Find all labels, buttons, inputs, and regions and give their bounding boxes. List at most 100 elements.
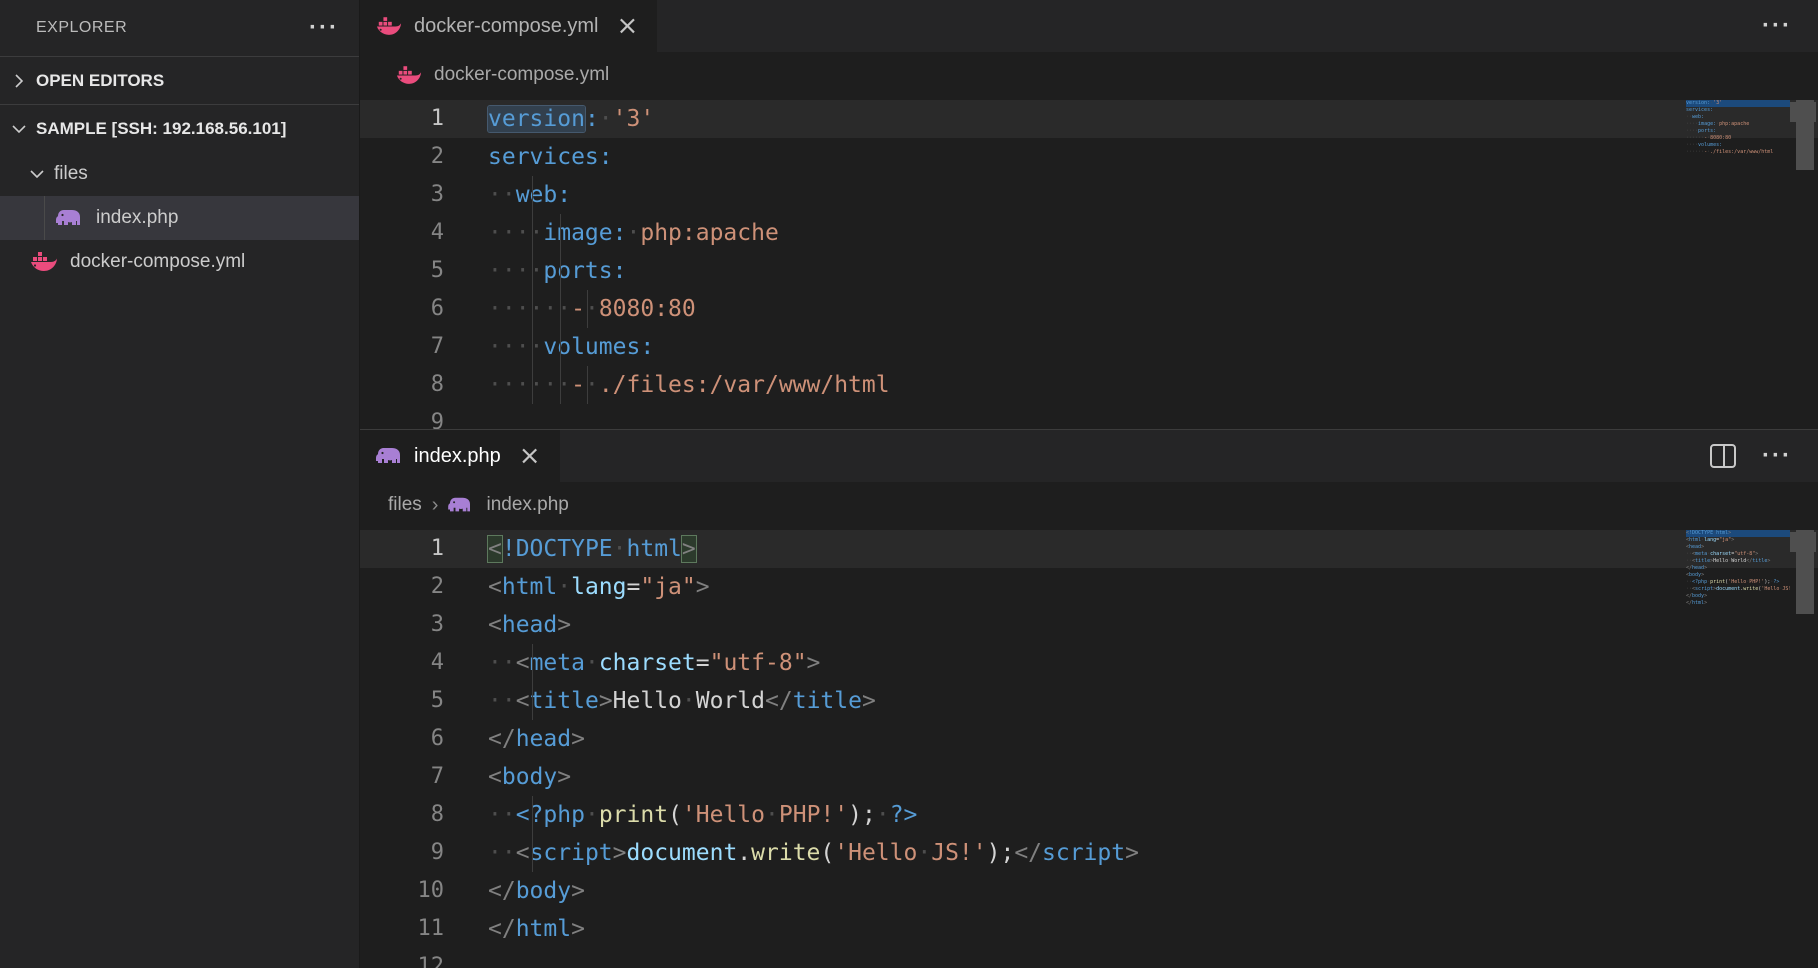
indent-guide <box>560 328 561 366</box>
indent-guide <box>532 796 533 834</box>
code-line[interactable]: 4 ··<meta·charset="utf-8"> <box>360 644 1818 682</box>
code-text[interactable]: <body> <box>488 758 571 796</box>
scrollbar[interactable] <box>1790 528 1818 968</box>
line-number[interactable]: 7 <box>360 328 444 366</box>
code-text[interactable]: </html> <box>488 910 585 948</box>
code-text[interactable]: ··<script>document.write('Hello·JS!');</… <box>488 834 1139 872</box>
line-number[interactable]: 6 <box>360 290 444 328</box>
indent-guide <box>560 214 561 252</box>
code-editor-top[interactable]: 1 version:·'3' 2 services: 3 ··web: 4 ····image… <box>360 98 1818 429</box>
code-text[interactable]: services: <box>488 138 613 176</box>
code-line[interactable]: 7 ····volumes: <box>360 328 1818 366</box>
code-line[interactable]: 3 ··web: <box>360 176 1818 214</box>
code-text[interactable]: ··<title>Hello·World</title> <box>488 682 876 720</box>
line-number[interactable]: 8 <box>360 366 444 404</box>
scrollbar-thumb[interactable] <box>1796 100 1814 170</box>
sidebar-more-actions-icon[interactable]: ··· <box>309 23 339 33</box>
code-line[interactable]: 8 ··<?php·print('Hello·PHP!');·?> <box>360 796 1818 834</box>
tab-index-php[interactable]: index.php × <box>360 430 560 482</box>
breadcrumb-file[interactable]: docker-compose.yml <box>434 64 609 86</box>
code-text[interactable]: ····volumes: <box>488 328 654 366</box>
line-number[interactable]: 5 <box>360 252 444 290</box>
code-line[interactable]: 6 ······-·8080:80 <box>360 290 1818 328</box>
editor-more-actions-icon[interactable]: ··· <box>1762 451 1792 461</box>
line-number[interactable]: 2 <box>360 138 444 176</box>
code-text[interactable]: ··<meta·charset="utf-8"> <box>488 644 820 682</box>
line-number[interactable]: 8 <box>360 796 444 834</box>
minimap-line: ··<title>Hello·World</title> <box>1686 558 1790 565</box>
minimap[interactable]: <!DOCTYPE·html><html·lang="ja"><head>··<… <box>1686 530 1790 607</box>
code-line[interactable]: 6 </head> <box>360 720 1818 758</box>
breadcrumb-folder[interactable]: files <box>388 494 422 516</box>
line-number[interactable]: 7 <box>360 758 444 796</box>
code-line[interactable]: 5 ····ports: <box>360 252 1818 290</box>
line-number[interactable]: 4 <box>360 644 444 682</box>
sidebar-folder-files[interactable]: files <box>0 152 359 196</box>
code-line[interactable]: 12 <box>360 948 1818 968</box>
code-line[interactable]: 1 <!DOCTYPE·html> <box>360 530 1818 568</box>
code-line[interactable]: 9 <box>360 404 1818 429</box>
line-number[interactable]: 10 <box>360 872 444 910</box>
line-number[interactable]: 4 <box>360 214 444 252</box>
workspace-root-section[interactable]: SAMPLE [SSH: 192.168.56.101] <box>0 104 359 152</box>
line-number[interactable]: 5 <box>360 682 444 720</box>
scrollbar-thumb[interactable] <box>1796 530 1814 614</box>
close-icon[interactable]: × <box>519 446 541 466</box>
split-editor-icon[interactable] <box>1710 444 1736 468</box>
breadcrumb[interactable]: files › index.php <box>360 482 1818 528</box>
code-line[interactable]: 7 <body> <box>360 758 1818 796</box>
breadcrumb[interactable]: docker-compose.yml <box>360 52 1818 98</box>
line-number[interactable]: 1 <box>360 100 444 138</box>
minimap-line: ··<meta·charset="utf-8"> <box>1686 551 1790 558</box>
code-text[interactable]: ····image:·php:apache <box>488 214 779 252</box>
code-line[interactable]: 2 services: <box>360 138 1818 176</box>
editor-more-actions-icon[interactable]: ··· <box>1762 21 1792 31</box>
code-line[interactable]: 11 </html> <box>360 910 1818 948</box>
line-number[interactable]: 9 <box>360 404 444 429</box>
breadcrumb-file[interactable]: index.php <box>486 494 568 516</box>
line-number[interactable]: 12 <box>360 948 444 968</box>
open-editors-section[interactable]: OPEN EDITORS <box>0 56 359 104</box>
tab-docker-compose[interactable]: docker-compose.yml × <box>360 0 657 52</box>
line-number[interactable]: 3 <box>360 176 444 214</box>
code-text[interactable]: <!DOCTYPE·html> <box>488 530 696 568</box>
sidebar-header: EXPLORER ··· <box>0 0 359 56</box>
line-number[interactable]: 2 <box>360 568 444 606</box>
line-number[interactable]: 1 <box>360 530 444 568</box>
line-number[interactable]: 3 <box>360 606 444 644</box>
code-editor-bottom[interactable]: 1 <!DOCTYPE·html> 2 <html·lang="ja"> 3 <head>… <box>360 528 1818 968</box>
code-text[interactable]: </head> <box>488 720 585 758</box>
line-number[interactable]: 9 <box>360 834 444 872</box>
code-text[interactable]: ······-·./files:/var/www/html <box>488 366 890 404</box>
minimap[interactable]: version:·'3'services:··web:····image:·ph… <box>1686 100 1790 156</box>
code-text[interactable]: ····ports: <box>488 252 626 290</box>
code-line[interactable]: 4 ····image:·php:apache <box>360 214 1818 252</box>
minimap-line: <body> <box>1686 572 1790 579</box>
line-number[interactable]: 11 <box>360 910 444 948</box>
code-text[interactable]: </body> <box>488 872 585 910</box>
code-line[interactable]: 9 ··<script>document.write('Hello·JS!');<… <box>360 834 1818 872</box>
code-text[interactable]: ··web: <box>488 176 571 214</box>
code-line[interactable]: 5 ··<title>Hello·World</title> <box>360 682 1818 720</box>
close-icon[interactable]: × <box>617 16 639 36</box>
code-line[interactable]: 10 </body> <box>360 872 1818 910</box>
sidebar-item-docker-compose[interactable]: docker-compose.yml <box>0 240 359 284</box>
code-line[interactable]: 2 <html·lang="ja"> <box>360 568 1818 606</box>
docker-whale-icon <box>396 63 426 87</box>
code-text[interactable]: ······-·8080:80 <box>488 290 696 328</box>
code-line[interactable]: 1 version:·'3' <box>360 100 1818 138</box>
line-number[interactable]: 6 <box>360 720 444 758</box>
tab-bar-top: docker-compose.yml × ··· <box>360 0 1818 52</box>
code-text[interactable]: version:·'3' <box>488 100 654 138</box>
tab-bar-bottom: index.php × ··· <box>360 430 1818 482</box>
code-line[interactable]: 3 <head> <box>360 606 1818 644</box>
code-text[interactable]: ··<?php·print('Hello·PHP!');·?> <box>488 796 917 834</box>
minimap-line: version:·'3' <box>1686 100 1790 107</box>
sidebar-item-index-php[interactable]: index.php <box>0 196 359 240</box>
editor-top-minimap: version:·'3'services:··web:····image:·ph… <box>1686 100 1790 156</box>
code-line[interactable]: 8 ······-·./files:/var/www/html <box>360 366 1818 404</box>
code-text[interactable]: <head> <box>488 606 571 644</box>
code-text[interactable]: <html·lang="ja"> <box>488 568 710 606</box>
scrollbar[interactable] <box>1790 98 1818 429</box>
minimap-line: <html·lang="ja"> <box>1686 537 1790 544</box>
